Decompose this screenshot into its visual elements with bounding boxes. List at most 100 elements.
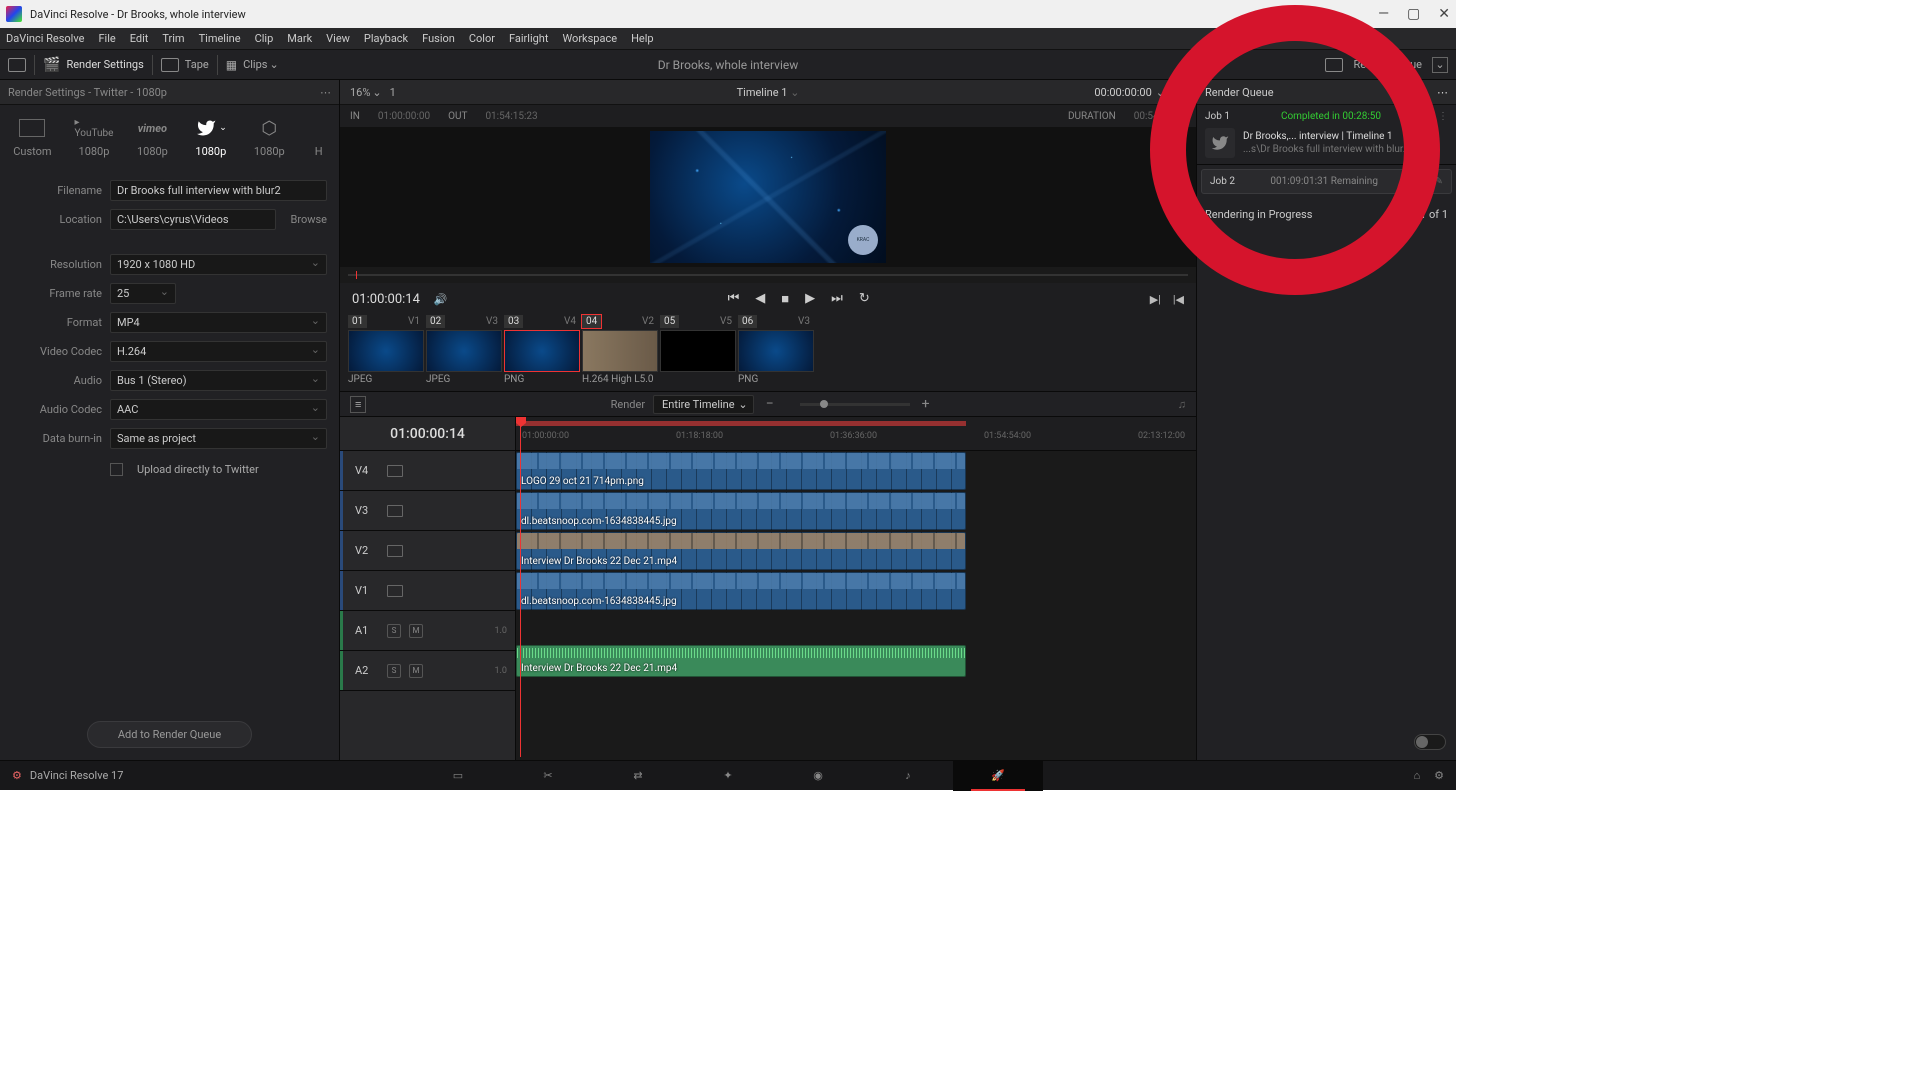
page-cut[interactable]: ✂ (503, 761, 593, 791)
location-input[interactable] (110, 209, 276, 230)
timeline-view-icon[interactable]: ≡ (350, 396, 366, 413)
preset-vimeo[interactable]: vimeo 1080p (136, 117, 168, 158)
audio-select[interactable]: Bus 1 (Stereo) (110, 370, 327, 391)
zoom-in-button[interactable]: + (918, 396, 934, 412)
thumb[interactable]: PNG (738, 330, 814, 385)
render-settings-icon[interactable]: 🎬 (43, 57, 60, 73)
browse-button[interactable]: Browse (290, 213, 327, 226)
monitor-icon[interactable] (8, 58, 26, 72)
page-edit[interactable]: ⇄ (593, 761, 683, 791)
preview-viewer[interactable]: KRAC (340, 127, 1196, 267)
edit-icon[interactable]: 👁 ✎ (1419, 176, 1443, 187)
resolution-select[interactable]: 1920 x 1080 HD (110, 254, 327, 275)
preset-dropbox[interactable]: ⬡ 1080p (253, 117, 285, 158)
options-icon[interactable]: ⋯ (1437, 86, 1448, 99)
expand-icon[interactable]: ⌄ (1432, 57, 1448, 73)
page-deliver[interactable]: 🚀 (953, 761, 1043, 791)
next-clip-button[interactable]: ▶| (1150, 293, 1161, 306)
menu-item[interactable]: Help (631, 32, 654, 45)
mute-button[interactable]: M (409, 624, 423, 638)
page-media[interactable]: ▭ (413, 761, 503, 791)
mute-button[interactable]: M (409, 664, 423, 678)
thumb[interactable]: H.264 High L5.0 (582, 330, 658, 385)
page-color[interactable]: ◉ (773, 761, 863, 791)
page-fairlight[interactable]: ♪ (863, 761, 953, 791)
play-button[interactable]: ▶ (805, 291, 815, 307)
render-job[interactable]: Job 2 001:09:01:31 Remaining 👁 ✎ (1201, 169, 1452, 194)
loop-button[interactable]: ↻ (859, 291, 870, 307)
track-toggle[interactable] (387, 505, 403, 517)
stop-button[interactable]: ■ (781, 291, 789, 307)
menu-item[interactable]: Workspace (562, 32, 617, 45)
burnin-select[interactable]: Same as project (110, 428, 327, 449)
thumb[interactable]: JPEG (348, 330, 424, 385)
go-end-button[interactable]: ⏭ (831, 291, 843, 307)
menu-item[interactable]: View (326, 32, 350, 45)
tape-button[interactable]: Tape (185, 58, 209, 71)
options-icon[interactable]: ⋯ (1175, 86, 1186, 99)
render-range-select[interactable]: Entire Timeline (653, 395, 754, 414)
project-title: Dr Brooks, whole interview (658, 58, 799, 72)
track-toggle[interactable] (387, 465, 403, 477)
track-toggle[interactable] (387, 545, 403, 557)
timecode-right[interactable]: 00:00:00:00 (1094, 86, 1151, 99)
settings-icon[interactable]: ⚙ (1434, 769, 1444, 782)
menu-item[interactable]: Fusion (422, 32, 455, 45)
video-codec-select[interactable]: H.264 (110, 341, 327, 362)
render-job[interactable]: Job 1 Completed in 00:28:50 ⋮ Dr Brooks,… (1197, 105, 1456, 165)
thumb[interactable]: PNG (504, 330, 580, 385)
options-icon[interactable]: ⋯ (320, 86, 331, 99)
menu-item[interactable]: File (98, 32, 115, 45)
page-fusion[interactable]: ✦ (683, 761, 773, 791)
tape-icon[interactable] (161, 58, 179, 72)
clips-icon[interactable]: ▦ (226, 58, 237, 72)
menu-item[interactable]: Color (469, 32, 495, 45)
format-select[interactable]: MP4 (110, 312, 327, 333)
menu-item[interactable]: Clip (255, 32, 274, 45)
chevron-down-icon[interactable]: ⌄ (1156, 86, 1165, 99)
solo-button[interactable]: S (387, 624, 401, 638)
preset-custom[interactable]: Custom (13, 117, 51, 158)
track-toggle[interactable] (387, 585, 403, 597)
preset-twitter[interactable]: ⌄ 1080p (195, 117, 227, 158)
audio-codec-select[interactable]: AAC (110, 399, 327, 420)
toggle-switch[interactable] (1414, 734, 1446, 750)
zoom-level[interactable]: 16% (350, 86, 370, 99)
music-icon[interactable]: ♫ (1178, 398, 1186, 411)
prev-clip-button[interactable]: |◀ (1173, 293, 1184, 306)
thumb[interactable] (660, 330, 736, 385)
scrubber[interactable] (348, 269, 1188, 281)
timeline-tracks[interactable]: 01:00:00:00 01:18:18:00 01:36:36:00 01:5… (516, 417, 1196, 760)
render-settings-button[interactable]: Render Settings (66, 58, 143, 71)
thumb[interactable]: JPEG (426, 330, 502, 385)
render-queue-label[interactable]: Render Queue (1353, 58, 1422, 71)
zoom-out-button[interactable]: − (762, 396, 778, 412)
maximize-button[interactable]: ▢ (1407, 6, 1420, 22)
preset-more[interactable]: H (312, 117, 326, 158)
solo-button[interactable]: S (387, 664, 401, 678)
menu-item[interactable]: Trim (162, 32, 184, 45)
minimize-button[interactable]: — (1378, 6, 1389, 22)
menu-item[interactable]: Mark (287, 32, 312, 45)
menu-item[interactable]: Edit (130, 32, 149, 45)
step-back-button[interactable]: ◀ (755, 291, 765, 307)
zoom-slider[interactable] (800, 403, 910, 406)
audio-icon[interactable]: 🔊 (434, 293, 448, 306)
filename-input[interactable] (110, 180, 327, 201)
close-button[interactable]: ✕ (1438, 6, 1450, 22)
chevron-down-icon[interactable]: ⌄ (269, 58, 278, 71)
clips-button[interactable]: Clips (243, 58, 267, 71)
menu-item[interactable]: DaVinci Resolve (6, 32, 84, 45)
framerate-select[interactable]: 25 (110, 283, 176, 304)
capture-icon[interactable] (1325, 58, 1343, 72)
menu-item[interactable]: Timeline (199, 32, 241, 45)
upload-checkbox[interactable] (110, 463, 123, 476)
go-start-button[interactable]: ⏮ (728, 291, 740, 307)
menu-item[interactable]: Playback (364, 32, 408, 45)
add-to-queue-button[interactable]: Add to Render Queue (87, 721, 252, 748)
timeline-name[interactable]: Timeline 1 ⌄ (737, 86, 800, 99)
menu-item[interactable]: Fairlight (509, 32, 548, 45)
preset-youtube[interactable]: ▸ YouTube 1080p (78, 117, 110, 158)
chevron-down-icon[interactable]: ⌄ (372, 86, 381, 99)
home-icon[interactable]: ⌂ (1413, 769, 1420, 782)
